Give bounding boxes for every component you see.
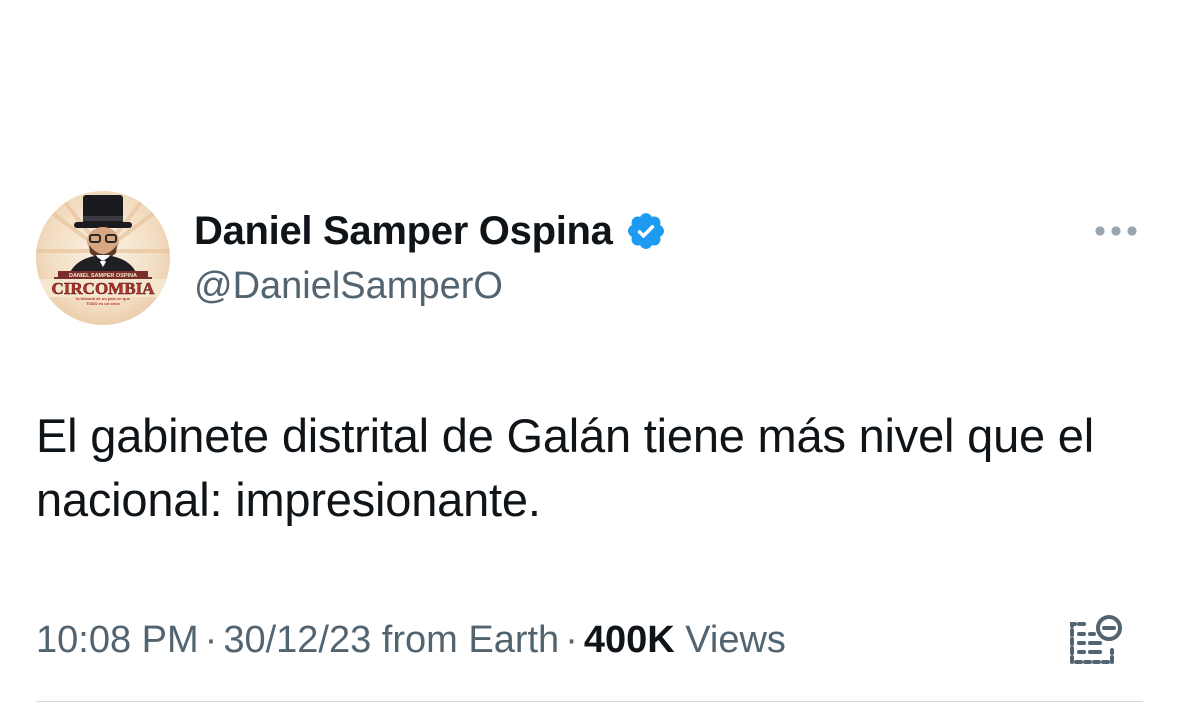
more-options-button[interactable] <box>1090 216 1142 246</box>
avatar-banner-sub: la historia de un país en que TODO es un… <box>76 297 130 306</box>
meta-separator: · <box>204 619 218 661</box>
avatar[interactable]: DANIEL SAMPER OSPINA CIRCOMBIA la histor… <box>36 191 170 325</box>
tweet-source: from Earth <box>381 619 560 661</box>
tweet-time[interactable]: 10:08 PM <box>36 619 199 661</box>
views-count: 400K <box>583 619 675 661</box>
author-display-name[interactable]: Daniel Samper Ospina <box>194 206 613 256</box>
tweet-text: El gabinete distrital de Galán tiene más… <box>36 409 1094 526</box>
views-label: Views <box>685 619 786 661</box>
tweet-date[interactable]: 30/12/23 <box>223 619 371 661</box>
avatar-image: DANIEL SAMPER OSPINA CIRCOMBIA la histor… <box>36 191 170 325</box>
avatar-banner-main: CIRCOMBIA <box>52 279 156 298</box>
verified-badge-icon[interactable] <box>625 210 667 252</box>
author-handle[interactable]: @DanielSamperO <box>194 263 503 309</box>
edit-history-button[interactable] <box>1064 612 1124 668</box>
author-name-row[interactable]: Daniel Samper Ospina <box>194 206 667 256</box>
edit-history-icon <box>1070 615 1122 664</box>
divider <box>36 701 1143 702</box>
tweet-meta: 10:08 PM · 30/12/23 from Earth · 400K Views <box>36 617 786 663</box>
more-horizontal-icon <box>1095 226 1137 236</box>
meta-separator: · <box>565 619 578 661</box>
